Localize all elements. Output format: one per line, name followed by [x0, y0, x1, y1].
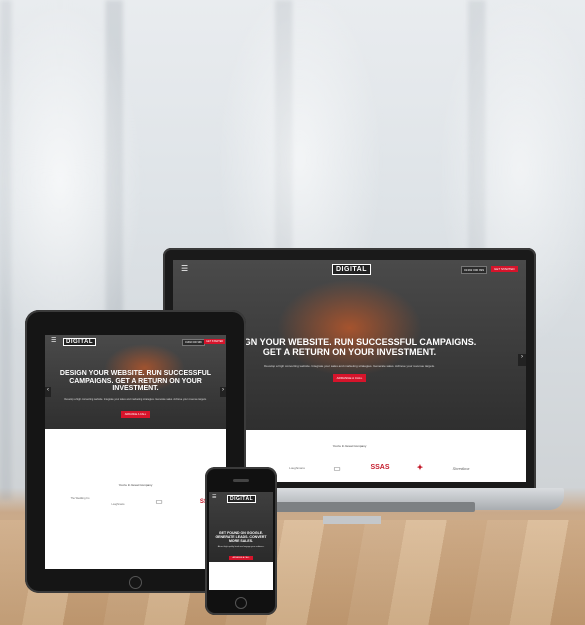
tablet-home-button[interactable]: [129, 576, 142, 589]
carousel-next-arrow[interactable]: ›: [518, 354, 526, 366]
hero-subtext: Develop a high converting website. Integ…: [64, 398, 207, 401]
client-logo-badge: ✦: [416, 463, 424, 472]
site-logo[interactable]: DIGITAL: [63, 338, 97, 346]
hamburger-menu-icon[interactable]: ☰: [212, 494, 216, 500]
client-logo-camera: ▭: [155, 497, 163, 506]
phone-number-button[interactable]: 01392 000 999: [461, 266, 488, 274]
phone-home-button[interactable]: [235, 597, 247, 609]
phone-device: ☰ DIGITAL GET FOUND ON GOOGLE. GENERATE …: [205, 467, 277, 615]
site-logo[interactable]: DIGITAL: [332, 264, 371, 275]
client-logo-camera: ▭: [333, 464, 341, 473]
hamburger-menu-icon[interactable]: ☰: [51, 337, 56, 344]
client-logo-loughmans: Loughmans: [111, 503, 125, 506]
trust-heading: You're In Great Company: [118, 483, 153, 487]
hamburger-menu-icon[interactable]: ☰: [181, 264, 188, 273]
phone-screen: ☰ DIGITAL GET FOUND ON GOOGLE. GENERATE …: [209, 492, 273, 590]
get-started-button[interactable]: GET STARTED: [204, 339, 226, 344]
get-started-button[interactable]: GET STARTED: [491, 266, 518, 272]
arrange-call-button[interactable]: ARRANGE A CALL: [121, 411, 150, 418]
client-logo-shredbox: Shredbox: [452, 466, 470, 471]
carousel-prev-arrow[interactable]: ‹: [45, 387, 51, 397]
phone-number-button[interactable]: 01392 000 999: [182, 339, 205, 346]
carousel-next-arrow[interactable]: ›: [220, 387, 226, 397]
hero-subtext: Develop a high converting website. Integ…: [264, 364, 435, 368]
hero-subtext: Attract high quality leads and engage yo…: [217, 546, 265, 548]
laptop-trackpad: [323, 516, 381, 524]
arrange-call-button[interactable]: ARRANGE A CALL: [333, 374, 366, 382]
arrange-call-button[interactable]: ARRANGE A CALL: [229, 556, 253, 560]
client-logo-ssas: SSAS: [370, 464, 390, 471]
hero-headline: GET FOUND ON GOOGLE. GENERATE LEADS. CON…: [215, 531, 267, 543]
client-logo-loughmans: Loughmans: [289, 466, 305, 470]
site-logo[interactable]: DIGITAL: [227, 495, 257, 503]
hero-headline: DESIGN YOUR WEBSITE. RUN SUCCESSFUL CAMP…: [59, 370, 212, 393]
phone-speaker: [233, 479, 249, 482]
client-logo-wedding: The Wedding Co: [70, 497, 90, 500]
tablet-screen: ☰ DIGITAL 01392 000 999 GET STARTED DESI…: [45, 335, 226, 569]
